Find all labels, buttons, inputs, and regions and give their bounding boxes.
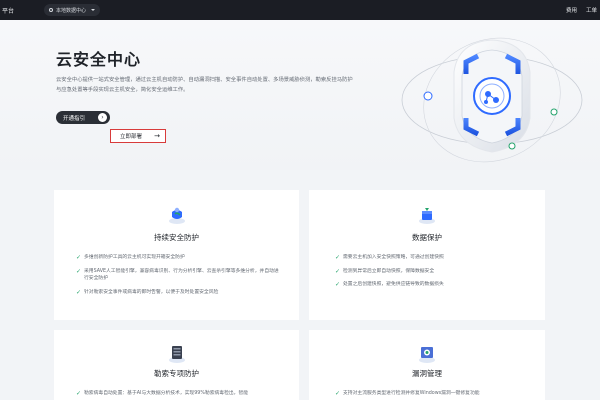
region-selector[interactable]: 本地数据中心	[44, 4, 101, 16]
location-icon	[49, 8, 53, 12]
feature-card-continuous-protection: 持续安全防护 ✓ 多维创新防护工具的云主机可实现开箱安全防护 ✓ 采用SAVE人工智…	[54, 190, 299, 320]
region-label: 本地数据中心	[56, 7, 87, 14]
deploy-now-label: 立即部署	[120, 134, 143, 140]
fee-link[interactable]: 费用	[566, 6, 577, 14]
feature-card-data-protection: 数据保护 ✓ 需要云主机加入安全快照策略，可通过创建快照 ✓ 检测到异常后立即自动快…	[309, 190, 545, 320]
page-title: 云安全中心	[56, 50, 142, 69]
feature-list: ✓ 需要云主机加入安全快照策略，可通过创建快照 ✓ 检测到异常后立即自动快照，保障数…	[335, 254, 535, 295]
database-icon	[419, 208, 435, 224]
check-icon: ✓	[335, 390, 341, 397]
list-item: ✓ 检测到异常后立即自动快照，保障数据安全	[335, 267, 435, 275]
feature-card-vulnerability-management: 漏洞管理 ✓ 支持对主流服务类型进行检测并修复Windows漏洞一键修复功能	[309, 330, 545, 400]
check-icon: ✓	[335, 267, 341, 275]
arrow-right-icon: →	[154, 132, 160, 140]
feature-card-ransomware-protection: 勒索专项防护 ✓ 勒索病毒自动处置：基于AI与大数据分析技术，实现99%勒索病毒检…	[54, 330, 299, 400]
check-icon: ✓	[335, 281, 341, 288]
feature-list: ✓ 多维创新防护工具的云主机可实现开箱安全防护 ✓ 采用SAVE人工智能引擎，兼容病…	[76, 254, 281, 302]
top-navigation-bar: 平台 本地数据中心 费用 工单	[0, 0, 600, 20]
ticket-link[interactable]: 工单	[586, 6, 597, 14]
list-item: ✓ 针对勒索安全事件或病毒的即时告警，以便于及时处置安全风险	[76, 288, 219, 296]
card-title: 勒索专项防护	[154, 369, 199, 378]
check-icon: ✓	[76, 267, 82, 275]
check-icon: ✓	[335, 254, 341, 261]
server-icon	[168, 346, 185, 363]
check-icon: ✓	[76, 390, 82, 397]
list-item: ✓ 采用SAVE人工智能引擎，兼容病毒识别、行为分析引擎、云查杀引擎等多维分析，并…	[76, 267, 279, 282]
list-item: ✓ 多维创新防护工具的云主机可实现开箱安全防护	[76, 254, 185, 261]
brand-label: 平台	[2, 8, 15, 15]
list-item: ✓ 勒索病毒自动处置：基于AI与大数据分析技术，实现99%勒索病毒检出，智能	[76, 390, 249, 397]
shield-cloud-icon	[168, 207, 185, 224]
arrow-right-icon: ›	[98, 113, 107, 122]
security-shield-illustration	[401, 37, 583, 163]
hero-description: 云安全中心提供一站式安全管理，通过云主机自动防护、自动漏洞扫描、安全事件自动处置…	[56, 77, 353, 93]
deploy-now-button[interactable]: 立即部署 →	[110, 129, 166, 143]
check-icon: ✓	[76, 288, 82, 296]
activation-guide-button[interactable]: 开通指引 ›	[56, 111, 110, 124]
list-item: ✓ 处置之后创建快照，避免供应链导致的数据损失	[335, 281, 444, 288]
card-title: 持续安全防护	[154, 233, 199, 242]
check-icon: ✓	[76, 254, 82, 261]
list-item: ✓ 支持对主流服务类型进行检测并修复Windows漏洞一键修复功能	[335, 390, 480, 397]
activation-guide-label: 开通指引	[63, 115, 86, 122]
feature-list: ✓ 支持对主流服务类型进行检测并修复Windows漏洞一键修复功能	[335, 390, 540, 400]
list-item: ✓ 需要云主机加入安全快照策略，可通过创建快照	[335, 254, 444, 261]
feature-list: ✓ 勒索病毒自动处置：基于AI与大数据分析技术，实现99%勒索病毒检出，智能	[76, 390, 286, 400]
card-title: 数据保护	[412, 233, 442, 242]
bug-scan-icon	[419, 347, 435, 363]
caret-down-icon	[91, 9, 96, 11]
card-title: 漏洞管理	[412, 369, 442, 378]
